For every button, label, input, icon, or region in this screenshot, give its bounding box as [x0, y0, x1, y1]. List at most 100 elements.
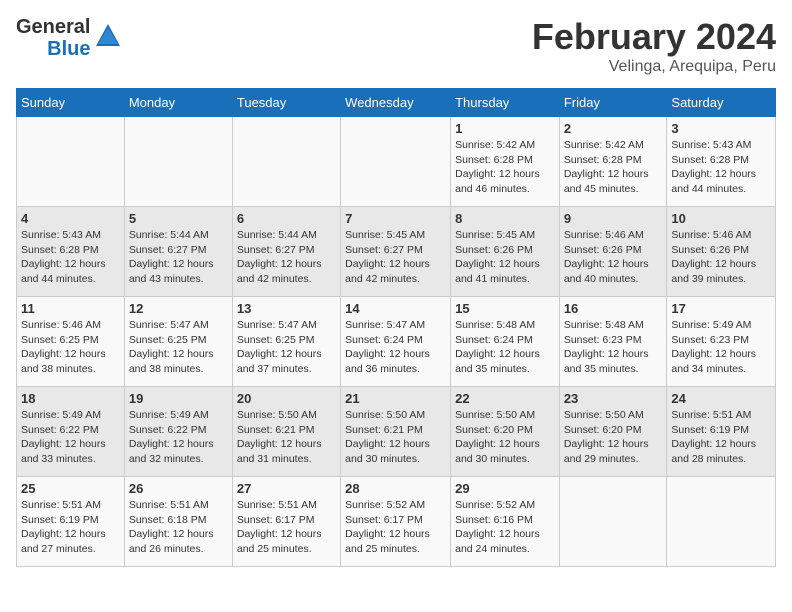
- calendar-cell: 1 Sunrise: 5:42 AM Sunset: 6:28 PM Daylig…: [451, 117, 560, 207]
- day-info: Sunrise: 5:48 AM Sunset: 6:23 PM Dayligh…: [564, 318, 663, 377]
- day-number: 8: [455, 211, 555, 226]
- day-info: Sunrise: 5:47 AM Sunset: 6:24 PM Dayligh…: [345, 318, 446, 377]
- calendar-week-row: 18 Sunrise: 5:49 AM Sunset: 6:22 PM Dayli…: [17, 387, 776, 477]
- day-info: Sunrise: 5:44 AM Sunset: 6:27 PM Dayligh…: [129, 228, 228, 287]
- day-info: Sunrise: 5:45 AM Sunset: 6:27 PM Dayligh…: [345, 228, 446, 287]
- day-number: 5: [129, 211, 228, 226]
- day-info: Sunrise: 5:46 AM Sunset: 6:25 PM Dayligh…: [21, 318, 120, 377]
- calendar-cell: [124, 117, 232, 207]
- calendar-cell: 9 Sunrise: 5:46 AM Sunset: 6:26 PM Daylig…: [559, 207, 667, 297]
- calendar-cell: 23 Sunrise: 5:50 AM Sunset: 6:20 PM Dayli…: [559, 387, 667, 477]
- day-info: Sunrise: 5:52 AM Sunset: 6:16 PM Dayligh…: [455, 498, 555, 557]
- calendar-cell: 11Sunrise: 5:46 AM Sunset: 6:25 PM Dayli…: [17, 297, 125, 387]
- calendar-cell: [667, 477, 776, 567]
- calendar-cell: 4 Sunrise: 5:43 AM Sunset: 6:28 PM Daylig…: [17, 207, 125, 297]
- day-number: 24: [671, 391, 771, 406]
- calendar-week-row: 4 Sunrise: 5:43 AM Sunset: 6:28 PM Daylig…: [17, 207, 776, 297]
- calendar-cell: 10 Sunrise: 5:46 AM Sunset: 6:26 PM Dayli…: [667, 207, 776, 297]
- calendar-cell: 29 Sunrise: 5:52 AM Sunset: 6:16 PM Dayli…: [451, 477, 560, 567]
- day-number: 25: [21, 481, 120, 496]
- logo-general: General: [16, 16, 90, 38]
- calendar-cell: 8 Sunrise: 5:45 AM Sunset: 6:26 PM Daylig…: [451, 207, 560, 297]
- calendar-cell: 14 Sunrise: 5:47 AM Sunset: 6:24 PM Dayli…: [341, 297, 451, 387]
- logo: General Blue: [16, 16, 122, 60]
- day-info: Sunrise: 5:51 AM Sunset: 6:18 PM Dayligh…: [129, 498, 228, 557]
- day-number: 28: [345, 481, 446, 496]
- day-info: Sunrise: 5:51 AM Sunset: 6:17 PM Dayligh…: [237, 498, 336, 557]
- calendar-cell: [17, 117, 125, 207]
- header-day-friday: Friday: [559, 89, 667, 117]
- day-info: Sunrise: 5:49 AM Sunset: 6:22 PM Dayligh…: [21, 408, 120, 467]
- day-info: Sunrise: 5:47 AM Sunset: 6:25 PM Dayligh…: [129, 318, 228, 377]
- day-number: 10: [671, 211, 771, 226]
- calendar-table: SundayMondayTuesdayWednesdayThursdayFrid…: [16, 88, 776, 567]
- calendar-cell: 17 Sunrise: 5:49 AM Sunset: 6:23 PM Dayli…: [667, 297, 776, 387]
- day-number: 16: [564, 301, 663, 316]
- calendar-header-row: SundayMondayTuesdayWednesdayThursdayFrid…: [17, 89, 776, 117]
- calendar-cell: 27 Sunrise: 5:51 AM Sunset: 6:17 PM Dayli…: [232, 477, 340, 567]
- day-info: Sunrise: 5:46 AM Sunset: 6:26 PM Dayligh…: [671, 228, 771, 287]
- day-number: 13: [237, 301, 336, 316]
- header-day-thursday: Thursday: [451, 89, 560, 117]
- header-day-sunday: Sunday: [17, 89, 125, 117]
- day-info: Sunrise: 5:51 AM Sunset: 6:19 PM Dayligh…: [21, 498, 120, 557]
- calendar-cell: 20 Sunrise: 5:50 AM Sunset: 6:21 PM Dayli…: [232, 387, 340, 477]
- day-number: 20: [237, 391, 336, 406]
- logo-blue: Blue: [47, 38, 90, 60]
- day-info: Sunrise: 5:52 AM Sunset: 6:17 PM Dayligh…: [345, 498, 446, 557]
- calendar-cell: 21 Sunrise: 5:50 AM Sunset: 6:21 PM Dayli…: [341, 387, 451, 477]
- calendar-cell: 19 Sunrise: 5:49 AM Sunset: 6:22 PM Dayli…: [124, 387, 232, 477]
- day-info: Sunrise: 5:49 AM Sunset: 6:23 PM Dayligh…: [671, 318, 771, 377]
- calendar-cell: 22Sunrise: 5:50 AM Sunset: 6:20 PM Dayli…: [451, 387, 560, 477]
- calendar-cell: 13Sunrise: 5:47 AM Sunset: 6:25 PM Dayli…: [232, 297, 340, 387]
- day-info: Sunrise: 5:50 AM Sunset: 6:21 PM Dayligh…: [345, 408, 446, 467]
- calendar-cell: 26 Sunrise: 5:51 AM Sunset: 6:18 PM Dayli…: [124, 477, 232, 567]
- day-info: Sunrise: 5:43 AM Sunset: 6:28 PM Dayligh…: [671, 138, 771, 197]
- day-info: Sunrise: 5:50 AM Sunset: 6:20 PM Dayligh…: [564, 408, 663, 467]
- day-number: 27: [237, 481, 336, 496]
- day-info: Sunrise: 5:50 AM Sunset: 6:21 PM Dayligh…: [237, 408, 336, 467]
- day-info: Sunrise: 5:48 AM Sunset: 6:24 PM Dayligh…: [455, 318, 555, 377]
- calendar-cell: 25 Sunrise: 5:51 AM Sunset: 6:19 PM Dayli…: [17, 477, 125, 567]
- calendar-cell: 24 Sunrise: 5:51 AM Sunset: 6:19 PM Dayli…: [667, 387, 776, 477]
- day-number: 17: [671, 301, 771, 316]
- calendar-week-row: 25 Sunrise: 5:51 AM Sunset: 6:19 PM Dayli…: [17, 477, 776, 567]
- day-number: 21: [345, 391, 446, 406]
- day-number: 9: [564, 211, 663, 226]
- day-number: 3: [671, 121, 771, 136]
- day-number: 29: [455, 481, 555, 496]
- day-info: Sunrise: 5:42 AM Sunset: 6:28 PM Dayligh…: [455, 138, 555, 197]
- day-number: 23: [564, 391, 663, 406]
- calendar-cell: 5 Sunrise: 5:44 AM Sunset: 6:27 PM Daylig…: [124, 207, 232, 297]
- day-info: Sunrise: 5:51 AM Sunset: 6:19 PM Dayligh…: [671, 408, 771, 467]
- day-info: Sunrise: 5:44 AM Sunset: 6:27 PM Dayligh…: [237, 228, 336, 287]
- day-info: Sunrise: 5:49 AM Sunset: 6:22 PM Dayligh…: [129, 408, 228, 467]
- calendar-cell: 15Sunrise: 5:48 AM Sunset: 6:24 PM Dayli…: [451, 297, 560, 387]
- calendar-cell: 16 Sunrise: 5:48 AM Sunset: 6:23 PM Dayli…: [559, 297, 667, 387]
- day-number: 18: [21, 391, 120, 406]
- calendar-week-row: 1 Sunrise: 5:42 AM Sunset: 6:28 PM Daylig…: [17, 117, 776, 207]
- calendar-cell: 18 Sunrise: 5:49 AM Sunset: 6:22 PM Dayli…: [17, 387, 125, 477]
- day-number: 12: [129, 301, 228, 316]
- day-number: 7: [345, 211, 446, 226]
- calendar-cell: 2Sunrise: 5:42 AM Sunset: 6:28 PM Daylig…: [559, 117, 667, 207]
- calendar-cell: [232, 117, 340, 207]
- calendar-cell: [341, 117, 451, 207]
- location-subtitle: Velinga, Arequipa, Peru: [532, 58, 776, 76]
- day-info: Sunrise: 5:45 AM Sunset: 6:26 PM Dayligh…: [455, 228, 555, 287]
- day-number: 4: [21, 211, 120, 226]
- day-number: 19: [129, 391, 228, 406]
- day-info: Sunrise: 5:43 AM Sunset: 6:28 PM Dayligh…: [21, 228, 120, 287]
- day-number: 26: [129, 481, 228, 496]
- month-year-title: February 2024: [532, 16, 776, 58]
- title-section: February 2024 Velinga, Arequipa, Peru: [532, 16, 776, 76]
- day-info: Sunrise: 5:46 AM Sunset: 6:26 PM Dayligh…: [564, 228, 663, 287]
- header-day-saturday: Saturday: [667, 89, 776, 117]
- header-day-monday: Monday: [124, 89, 232, 117]
- header-day-tuesday: Tuesday: [232, 89, 340, 117]
- header: General Blue February 2024 Velinga, Areq…: [16, 16, 776, 76]
- header-day-wednesday: Wednesday: [341, 89, 451, 117]
- day-number: 14: [345, 301, 446, 316]
- day-number: 1: [455, 121, 555, 136]
- day-info: Sunrise: 5:42 AM Sunset: 6:28 PM Dayligh…: [564, 138, 663, 197]
